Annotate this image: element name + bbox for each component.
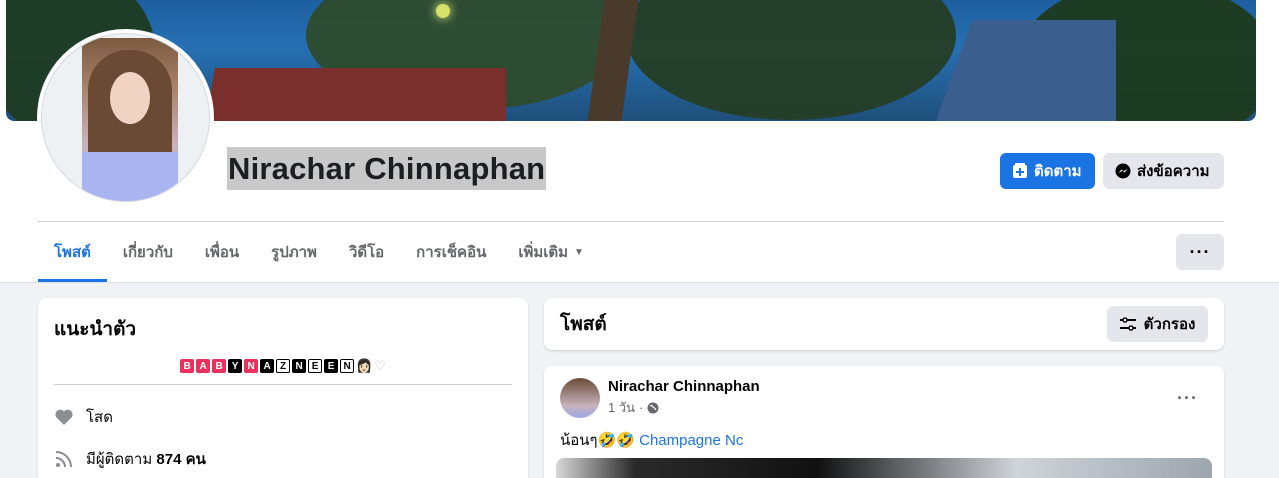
globe-icon (647, 402, 659, 413)
tab-photos[interactable]: รูปภาพ (255, 222, 333, 282)
tab-more[interactable]: เพิ่มเติม ▼ (502, 222, 600, 282)
posts-header-card: โพสต์ ตัวกรอง (544, 298, 1224, 350)
intro-divider (54, 384, 512, 385)
intro-bio: B A B Y N A Z N E E N 👩🏻 ♡ (54, 356, 512, 376)
profile-name: Nirachar Chinnaphan (227, 147, 547, 190)
white-heart-icon: ♡ (374, 358, 386, 373)
post-tag-link[interactable]: Champagne Nc (639, 432, 743, 449)
girl-emoji-icon: 👩🏻 (356, 358, 373, 373)
heart-icon (55, 409, 73, 425)
posts-title: โพสต์ (560, 314, 607, 335)
post-author-avatar[interactable] (560, 378, 600, 418)
tab-checkins[interactable]: การเช็คอิน (400, 222, 502, 282)
post-author-name[interactable]: Nirachar Chinnaphan (608, 378, 760, 395)
post-time[interactable]: 1 วัน (608, 397, 635, 418)
rofl-emoji-icon: 🤣🤣 (597, 432, 635, 449)
tab-about[interactable]: เกี่ยวกับ (107, 222, 189, 282)
message-button[interactable]: ส่งข้อความ (1103, 153, 1224, 189)
post-meta: 1 วัน · (608, 397, 760, 418)
tab-friends[interactable]: เพื่อน (189, 222, 255, 282)
post-header: Nirachar Chinnaphan 1 วัน · (560, 378, 1208, 418)
filter-icon (1119, 317, 1136, 331)
caret-down-icon: ▼ (574, 246, 584, 258)
intro-title: แนะนำตัว (54, 319, 137, 340)
intro-relationship: โสด (54, 399, 512, 435)
more-options-button[interactable]: ··· (1176, 234, 1224, 270)
intro-followers: มีผู้ติดตาม 874 คน (54, 441, 512, 477)
profile-header: Nirachar Chinnaphan ติดตาม ส่งข้อความ โพ… (0, 0, 1279, 283)
follow-button[interactable]: ติดตาม (1000, 153, 1095, 189)
post-image[interactable] (556, 458, 1212, 478)
profile-tabs: โพสต์ เกี่ยวกับ เพื่อน รูปภาพ วิดีโอ การ… (38, 222, 600, 282)
post-card: Nirachar Chinnaphan 1 วัน · ··· น้อนๆ🤣🤣 … (544, 366, 1224, 478)
ellipsis-icon: ··· (1177, 388, 1198, 408)
filter-button[interactable]: ตัวกรอง (1107, 306, 1208, 342)
messenger-icon (1115, 163, 1131, 179)
tab-videos[interactable]: วิดีโอ (333, 222, 400, 282)
intro-card: แนะนำตัว B A B Y N A Z N E E N 👩🏻 ♡ โสด … (38, 298, 528, 478)
profile-avatar[interactable] (37, 29, 214, 206)
post-text: น้อนๆ🤣🤣 Champagne Nc (560, 432, 744, 449)
ellipsis-icon: ··· (1189, 241, 1211, 262)
follow-icon (1013, 163, 1027, 178)
tab-posts[interactable]: โพสต์ (38, 222, 107, 282)
post-options-button[interactable]: ··· (1177, 388, 1198, 409)
rss-icon (55, 451, 72, 468)
